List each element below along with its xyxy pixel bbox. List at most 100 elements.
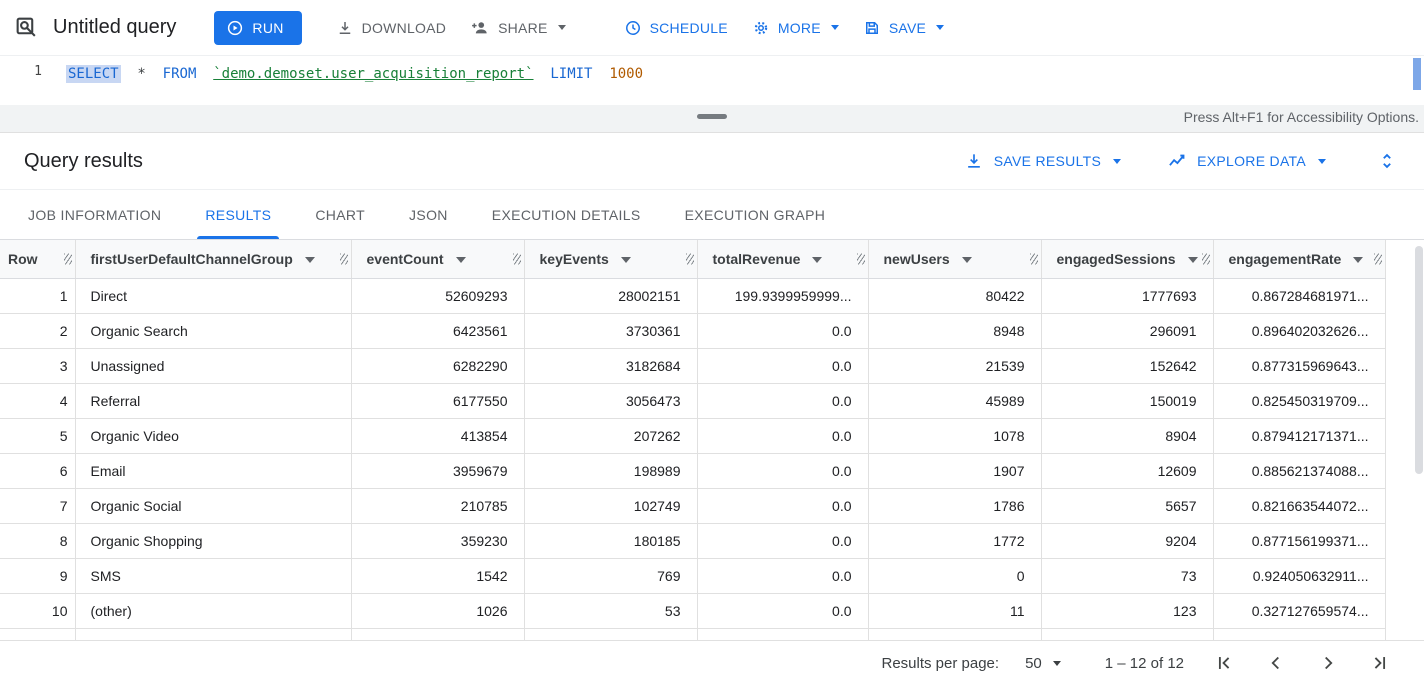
sort-caret-icon[interactable]: [1188, 257, 1198, 263]
download-button[interactable]: DOWNLOAD: [324, 11, 458, 45]
table-cell: 180185: [524, 523, 697, 558]
table-cell: 0.0: [697, 593, 868, 628]
row-number-cell: 9: [0, 558, 75, 593]
column-label: newUsers: [884, 251, 950, 267]
table-cell: 6177550: [351, 383, 524, 418]
table-cell: 1026: [351, 593, 524, 628]
table-row: 4Referral617755030564730.0459891500190.8…: [0, 383, 1385, 418]
table-cell: Unassigned: [75, 348, 351, 383]
sort-caret-icon[interactable]: [456, 257, 466, 263]
column-resize-handle[interactable]: [64, 253, 72, 264]
table-cell: 0.0: [697, 313, 868, 348]
column-header-engagedSessions[interactable]: engagedSessions: [1041, 240, 1213, 278]
schedule-button[interactable]: SCHEDULE: [612, 11, 740, 45]
sort-caret-icon[interactable]: [305, 257, 315, 263]
tab-execution-graph[interactable]: EXECUTION GRAPH: [663, 190, 848, 239]
column-header-newUsers[interactable]: newUsers: [868, 240, 1041, 278]
table-cell: 769: [524, 558, 697, 593]
column-header-eventCount[interactable]: eventCount: [351, 240, 524, 278]
row-number-cell: 5: [0, 418, 75, 453]
download-label: DOWNLOAD: [362, 20, 446, 36]
table-cell: 0.896402032626...: [1213, 313, 1385, 348]
tab-chart[interactable]: CHART: [293, 190, 387, 239]
column-resize-handle[interactable]: [1374, 253, 1382, 264]
table-scrollbar[interactable]: [1415, 246, 1423, 634]
results-table: RowfirstUserDefaultChannelGroupeventCoun…: [0, 240, 1386, 640]
first-page-icon: [1213, 652, 1235, 674]
table-cell: 1772: [868, 523, 1041, 558]
tab-json[interactable]: JSON: [387, 190, 470, 239]
column-resize-handle[interactable]: [513, 253, 521, 264]
table-cell: Organic Search: [75, 313, 351, 348]
share-button[interactable]: SHARE: [458, 10, 577, 46]
table-cell: 6423561: [351, 313, 524, 348]
save-results-button[interactable]: SAVE RESULTS: [964, 151, 1121, 171]
table-cell: 152642: [1041, 348, 1213, 383]
page-range-label: 1 – 12 of 12: [1105, 655, 1184, 672]
sql-limit-value: 1000: [609, 66, 643, 82]
tab-results[interactable]: RESULTS: [183, 190, 293, 239]
table-header-row: RowfirstUserDefaultChannelGroupeventCoun…: [0, 240, 1385, 278]
column-header-Row[interactable]: Row: [0, 240, 75, 278]
save-button[interactable]: SAVE: [851, 11, 956, 45]
explore-data-label: EXPLORE DATA: [1197, 153, 1306, 169]
unfold-chevrons-icon: [1376, 150, 1398, 172]
table-row: 2Organic Search642356137303610.089482960…: [0, 313, 1385, 348]
table-cell: Organic Shopping: [75, 523, 351, 558]
splitter-drag-handle[interactable]: [697, 114, 727, 119]
row-number-cell: 1: [0, 278, 75, 313]
run-button[interactable]: RUN: [214, 11, 301, 45]
table-row: 5Organic Video4138542072620.0107889040.8…: [0, 418, 1385, 453]
column-header-totalRevenue[interactable]: totalRevenue: [697, 240, 868, 278]
editor-scrollbar-thumb[interactable]: [1413, 58, 1421, 90]
table-cell: 1542: [351, 558, 524, 593]
table-cell: (other): [75, 593, 351, 628]
table-cell: 0.327127659574...: [1213, 593, 1385, 628]
sql-select-keyword: SELECT: [66, 65, 121, 83]
column-header-keyEvents[interactable]: keyEvents: [524, 240, 697, 278]
sort-caret-icon[interactable]: [1353, 257, 1363, 263]
column-resize-handle[interactable]: [1030, 253, 1038, 264]
more-button[interactable]: MORE: [740, 11, 851, 45]
table-reference-link[interactable]: `demo.demoset.user_acquisition_report`: [213, 66, 533, 82]
table-cell: 0.885621374088...: [1213, 453, 1385, 488]
results-tabs: JOB INFORMATIONRESULTSCHARTJSONEXECUTION…: [0, 190, 1424, 240]
last-page-button[interactable]: [1354, 643, 1406, 683]
sort-caret-icon[interactable]: [812, 257, 822, 263]
table-cell: 52609293: [351, 278, 524, 313]
first-page-button[interactable]: [1198, 643, 1250, 683]
sort-caret-icon[interactable]: [962, 257, 972, 263]
table-cell: 104: [524, 628, 697, 640]
column-resize-handle[interactable]: [686, 253, 694, 264]
sql-editor[interactable]: 1 SELECT * FROM `demo.demoset.user_acqui…: [0, 56, 1424, 105]
table-cell: 0.924050632911...: [1213, 558, 1385, 593]
table-cell: 21539: [868, 348, 1041, 383]
next-page-button[interactable]: [1302, 643, 1354, 683]
page-size-value: 50: [1025, 655, 1042, 672]
table-cell: 0.0: [697, 453, 868, 488]
tab-execution-details[interactable]: EXECUTION DETAILS: [470, 190, 663, 239]
query-editor-icon: [14, 15, 39, 40]
column-resize-handle[interactable]: [857, 253, 865, 264]
column-header-firstUserDefaultChannelGroup[interactable]: firstUserDefaultChannelGroup: [75, 240, 351, 278]
row-number-cell: 4: [0, 383, 75, 418]
table-cell: 1777693: [1041, 278, 1213, 313]
previous-page-button[interactable]: [1250, 643, 1302, 683]
explore-data-button[interactable]: EXPLORE DATA: [1167, 151, 1326, 171]
sql-code-line[interactable]: SELECT * FROM `demo.demoset.user_acquisi…: [52, 56, 1424, 105]
sort-caret-icon[interactable]: [621, 257, 631, 263]
table-row: 3Unassigned628229031826840.0215391526420…: [0, 348, 1385, 383]
tab-job-information[interactable]: JOB INFORMATION: [6, 190, 183, 239]
page-size-select[interactable]: 50: [1025, 655, 1061, 672]
column-resize-handle[interactable]: [340, 253, 348, 264]
column-resize-handle[interactable]: [1202, 253, 1210, 264]
table-scrollbar-thumb[interactable]: [1415, 246, 1423, 474]
table-cell: 199.9399959999...: [697, 278, 868, 313]
table-cell: 9204: [1041, 523, 1213, 558]
table-cell: 0.879412171371...: [1213, 418, 1385, 453]
expand-results-button[interactable]: [1376, 150, 1398, 172]
chart-icon: [1167, 151, 1187, 171]
table-row: 8Organic Shopping3592301801850.017729204…: [0, 523, 1385, 558]
column-header-engagementRate[interactable]: engagementRate: [1213, 240, 1385, 278]
table-cell: 0.877315969643...: [1213, 348, 1385, 383]
